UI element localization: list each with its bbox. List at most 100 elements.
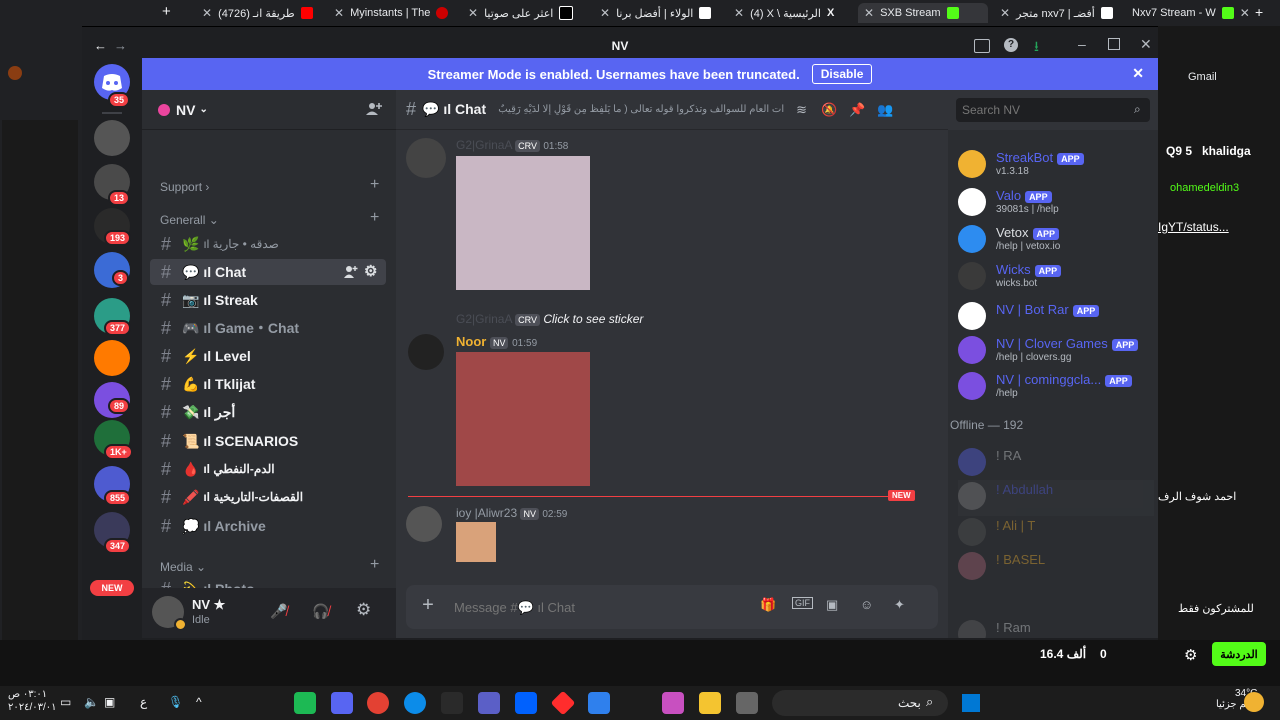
avatar[interactable]	[406, 506, 442, 542]
clock[interactable]: ٠٣:٠١ ص ٢٠٢٤/٠٣/٠١	[8, 688, 57, 714]
close-tab-icon[interactable]: ✕	[1000, 6, 1010, 20]
close-tab-icon[interactable]: ✕	[468, 6, 478, 20]
help-icon[interactable]: ?	[1004, 38, 1018, 52]
message-input[interactable]	[452, 595, 746, 619]
gear-icon[interactable]: ⚙	[364, 262, 377, 280]
member-item[interactable]: NV | Bot Rar APP	[958, 300, 1154, 336]
category-general[interactable]: Generall ⌄	[160, 213, 219, 227]
category-support[interactable]: Support ›	[160, 180, 209, 194]
muted-microphone-icon[interactable]: 🎤̸	[270, 603, 287, 620]
sticker-icon[interactable]: ▣	[826, 597, 838, 613]
member-item[interactable]: StreakBot APP v1.3.18	[958, 148, 1154, 184]
chrome-icon[interactable]	[367, 692, 389, 714]
member-item[interactable]: ! Ali | T	[958, 516, 1154, 552]
browser-tab[interactable]: Nxv7 Stream - W ✕	[1126, 3, 1256, 23]
edge-icon[interactable]	[404, 692, 426, 714]
apps-icon[interactable]: ✦	[894, 597, 905, 613]
create-invite-icon[interactable]	[344, 265, 358, 279]
add-channel-icon[interactable]: +	[370, 556, 379, 574]
app-icon[interactable]	[588, 692, 610, 714]
sticker-image[interactable]	[456, 156, 590, 290]
channel-item[interactable]: # ⚡ ıl Level	[150, 343, 386, 369]
member-item[interactable]: Vetox APP/help | vetox.io	[958, 223, 1154, 259]
channel-item[interactable]: # 💭 ıl Archive	[150, 513, 386, 539]
disable-streamer-button[interactable]: Disable	[811, 64, 873, 84]
deafen-icon[interactable]: 🎧̸	[312, 603, 329, 620]
pin-icon[interactable]: 📌	[849, 102, 865, 118]
avatar[interactable]	[406, 138, 446, 178]
channel-item-active[interactable]: # 💬 ıl Chat ⚙	[150, 259, 386, 285]
browser-tab-active[interactable]: ✕ SXB Stream	[858, 3, 988, 23]
search-input[interactable]	[956, 98, 1150, 122]
channel-item[interactable]: # 📜 ıl SCENARIOS	[150, 428, 386, 454]
download-icon[interactable]: ⭳	[1034, 36, 1039, 60]
copilot-icon[interactable]	[662, 692, 684, 714]
member-item[interactable]: Valo APP 39081s | /help	[958, 186, 1154, 222]
channel-item[interactable]: # 💸 ıl أجر	[150, 399, 386, 425]
close-tab-icon[interactable]: ✕	[202, 6, 212, 20]
inbox-icon[interactable]	[974, 39, 990, 53]
close-icon[interactable]: ✕	[1132, 65, 1144, 82]
browser-tab[interactable]: ✕ متجر nxv7 | أفضـ	[994, 3, 1124, 23]
browser-tab[interactable]: ✕ الولاء | أفضل برنا	[594, 3, 724, 23]
language-indicator[interactable]: ع	[140, 695, 147, 709]
avatar[interactable]	[408, 334, 444, 370]
app-icon[interactable]	[550, 690, 576, 716]
add-attachment-icon[interactable]: +	[416, 593, 440, 617]
browser-tab[interactable]: ✕ (4) X \ الرئيسية X	[728, 3, 858, 23]
gear-icon[interactable]: ⚙	[356, 600, 371, 620]
maximize-icon[interactable]	[1108, 38, 1120, 50]
close-icon[interactable]: ✕	[1140, 36, 1152, 53]
threads-icon[interactable]: ≋	[796, 102, 807, 118]
add-channel-icon[interactable]: +	[370, 209, 379, 227]
close-tab-icon[interactable]: ✕	[600, 6, 610, 20]
windows-start-icon[interactable]	[962, 694, 980, 712]
channel-item[interactable]: # 🖍️ ıl القصفات-التاريخية	[150, 484, 386, 510]
dropbox-icon[interactable]	[515, 692, 537, 714]
server-icon[interactable]	[94, 120, 130, 156]
new-unreads-pill[interactable]: NEW	[90, 580, 134, 596]
gear-icon[interactable]: ⚙	[1184, 646, 1197, 664]
member-item[interactable]: ! Ram	[958, 618, 1154, 638]
add-member-icon[interactable]	[366, 101, 382, 117]
emoji-icon[interactable]: ☺	[860, 597, 873, 612]
file-explorer-icon[interactable]	[699, 692, 721, 714]
member-item[interactable]: ! BASEL	[958, 550, 1154, 586]
category-media[interactable]: Media ⌄	[160, 560, 206, 574]
message-author[interactable]: Noor NV 01:59	[456, 334, 537, 349]
search-box[interactable]: بحث ⌕	[772, 690, 948, 716]
member-item[interactable]: ! Abdullah	[958, 480, 1154, 516]
chat-button[interactable]: الدردشة	[1212, 642, 1266, 666]
browser-tab[interactable]: ✕ اعثر على صوتيا	[462, 3, 594, 23]
server-header[interactable]: NV ⌄	[142, 90, 396, 130]
microphone-icon[interactable]: 🎙	[168, 695, 183, 709]
gif-icon[interactable]: GIF	[792, 597, 813, 609]
member-item[interactable]: NV | cominggcla... APP/help	[958, 370, 1154, 406]
channel-item[interactable]: # 🩸 ıl الدم-النفطي	[150, 456, 386, 482]
close-tab-icon[interactable]: ✕	[864, 6, 874, 20]
discord-icon[interactable]	[331, 692, 353, 714]
browser-tab[interactable]: ✕ (4726) طريقة انـ	[196, 3, 328, 23]
chevron-up-icon[interactable]: ^	[196, 695, 202, 709]
network-icon[interactable]: ▣	[104, 695, 115, 709]
member-list-icon[interactable]: 👥	[877, 102, 893, 118]
close-tab-icon[interactable]: ✕	[334, 6, 344, 20]
attachment-image[interactable]	[456, 522, 496, 562]
message-author[interactable]: ioy |Aliwr23 NV 02:59	[456, 506, 567, 520]
new-tab-icon[interactable]: +	[1255, 4, 1263, 20]
add-channel-icon[interactable]: +	[370, 176, 379, 194]
app-icon[interactable]	[736, 692, 758, 714]
message-author[interactable]: G2|GrinaA CRV 01:58	[456, 138, 568, 152]
epic-games-icon[interactable]	[441, 692, 463, 714]
member-item[interactable]: ! RA	[958, 446, 1154, 482]
chat-link[interactable]: IgYT/status...	[1158, 220, 1229, 234]
channel-item[interactable]: # 🌿 ıl صدقه • جارية	[150, 231, 386, 257]
browser-tab[interactable]: ✕ Myinstants | The	[328, 3, 458, 23]
channel-item[interactable]: # 📷 ıl Streak	[150, 287, 386, 313]
app-icon[interactable]	[294, 692, 316, 714]
close-tab-icon[interactable]: ✕	[1240, 6, 1250, 20]
member-item[interactable]: NV | Clover Games APP/help | clovers.gg	[958, 334, 1154, 370]
sticker-image[interactable]	[456, 352, 590, 486]
gift-icon[interactable]: 🎁	[760, 597, 776, 613]
app-icon[interactable]	[478, 692, 500, 714]
